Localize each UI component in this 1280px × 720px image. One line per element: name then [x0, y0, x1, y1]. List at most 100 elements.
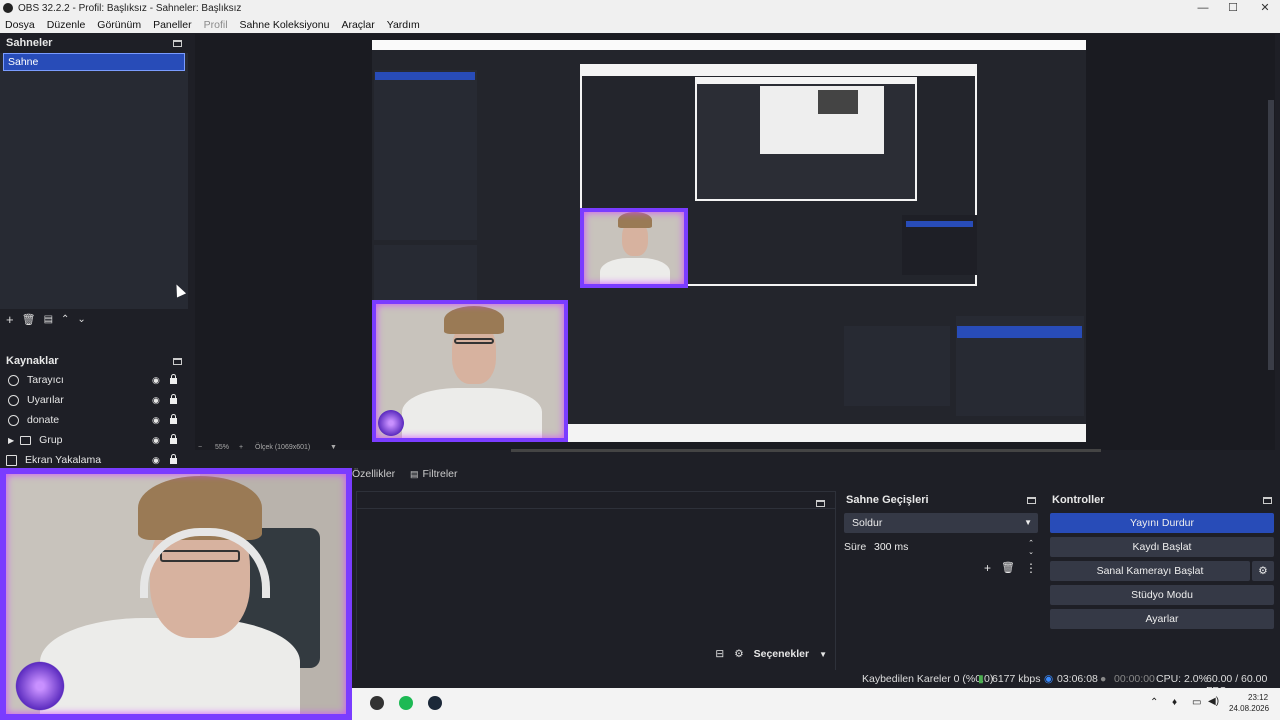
steam-icon[interactable]	[428, 696, 442, 710]
controls-header: Kontroller	[1046, 491, 1278, 509]
virtualcam-settings-button[interactable]: ⚙	[1252, 561, 1274, 581]
eye-icon[interactable]: ◉	[152, 455, 160, 466]
add-icon[interactable]: +	[984, 561, 991, 575]
menu-tools[interactable]: Araçlar	[341, 19, 374, 31]
bitrate: 6177 kbps	[992, 673, 1041, 685]
eye-icon[interactable]: ◉	[152, 375, 160, 386]
source-item[interactable]: Ekran Yakalama ◉	[0, 450, 188, 470]
monitor-icon	[6, 454, 17, 466]
window-title: OBS 32.2.2 - Profil: Başlıksız - Sahnele…	[18, 2, 242, 14]
lock-icon[interactable]	[170, 374, 177, 384]
duration-input[interactable]: 300 ms ⌃ ⌄	[866, 537, 1038, 557]
menu-docks[interactable]: Paneller	[153, 19, 192, 31]
menu-edit[interactable]: Düzenle	[47, 19, 86, 31]
source-item[interactable]: Uyarılar ◉	[0, 390, 188, 410]
scenes-header: Sahneler	[0, 34, 188, 52]
source-label: Tarayıcı	[27, 374, 64, 386]
start-virtualcam-button[interactable]: Sanal Kamerayı Başlat	[1050, 561, 1250, 581]
trash-icon[interactable]: 🗑	[1001, 561, 1015, 575]
minimize-icon[interactable]: —	[1188, 0, 1218, 16]
lock-icon[interactable]	[170, 394, 177, 404]
owl-logo-icon	[12, 658, 68, 714]
menu-profile[interactable]: Profil	[204, 19, 228, 31]
move-down-icon[interactable]: ⌄	[77, 314, 85, 325]
undock-icon[interactable]	[1263, 496, 1272, 504]
volume-icon[interactable]: ◀)	[1208, 696, 1219, 707]
clock-time[interactable]: 23:12	[1248, 693, 1268, 702]
transitions-title: Sahne Geçişleri	[846, 494, 929, 506]
studio-mode-button[interactable]: Stüdyo Modu	[1050, 585, 1274, 605]
cpu-usage: CPU: 2.0%	[1156, 673, 1208, 685]
gear-icon[interactable]: ⚙	[734, 648, 743, 660]
chevron-down-icon[interactable]: ▼	[819, 650, 827, 659]
stop-stream-button[interactable]: Yayını Durdur	[1050, 513, 1274, 533]
webcam-overlay	[0, 468, 352, 720]
scale-dropdown-icon[interactable]: ▼	[330, 444, 337, 451]
clock-date[interactable]: 24.08.2026	[1229, 704, 1269, 713]
scene-item[interactable]: Sahne	[3, 53, 185, 71]
expand-icon[interactable]: ▶	[8, 436, 14, 445]
preview-scrollbar[interactable]	[511, 449, 1101, 452]
undock-icon[interactable]	[816, 499, 825, 507]
transition-select[interactable]: Soldur ▼	[844, 513, 1038, 533]
tab-filters[interactable]: ▤ Filtreler	[410, 466, 458, 482]
spotify-icon[interactable]	[399, 696, 413, 710]
nested-stop-button	[906, 221, 973, 227]
controls-dock: Kontroller Yayını Durdur Kaydı Başlat Sa…	[1046, 491, 1278, 671]
menu-view[interactable]: Görünüm	[97, 19, 141, 31]
source-item[interactable]: ▶ Grup ◉	[0, 430, 188, 450]
preview-vertical-scrollbar[interactable]	[1268, 100, 1274, 370]
transitions-dock: Sahne Geçişleri Soldur ▼ Süre 300 ms ⌃ ⌄ …	[840, 491, 1042, 671]
scenes-toolbar: + 🗑 ▤ ⌃ ⌄	[0, 309, 188, 329]
obs-taskbar-icon[interactable]	[370, 696, 384, 710]
nested-scene-item	[375, 72, 475, 80]
canvas-scale-label: Ölçek (1069x601)	[255, 444, 311, 451]
preview-canvas[interactable]	[372, 40, 1086, 442]
eye-icon[interactable]: ◉	[152, 395, 160, 406]
lock-icon[interactable]	[170, 414, 177, 424]
tab-properties[interactable]: Özellikler	[352, 466, 395, 482]
microphone-icon[interactable]: ♦	[1172, 697, 1177, 708]
start-recording-button[interactable]: Kaydı Başlat	[1050, 537, 1274, 557]
lock-icon[interactable]	[170, 454, 177, 464]
undock-icon[interactable]	[1027, 496, 1036, 504]
source-label: Uyarılar	[27, 394, 64, 406]
move-up-icon[interactable]: ⌃	[61, 314, 69, 325]
filter-icon[interactable]: ▤	[44, 314, 53, 325]
more-icon[interactable]: ⋮	[1025, 561, 1037, 575]
tray-chevron-icon[interactable]: ⌃	[1150, 697, 1158, 708]
layout-icon[interactable]: ⊟	[715, 648, 724, 660]
options-button[interactable]: Seçenekler	[754, 648, 809, 660]
lock-icon[interactable]	[170, 434, 177, 444]
filter-icon: ▤	[410, 468, 419, 479]
mixer-toolbar: ⊟ ⚙ Seçenekler ▼	[715, 648, 827, 660]
preview-statusbar: − 55% + Ölçek (1069x601) ▼	[195, 444, 1275, 456]
eye-icon[interactable]: ◉	[152, 415, 160, 426]
stepper-icon[interactable]: ⌃ ⌄	[1028, 539, 1034, 557]
duration-value: 300 ms	[874, 541, 909, 553]
zoom-in-icon[interactable]: +	[239, 444, 243, 451]
network-icon[interactable]: ▭	[1192, 697, 1201, 708]
source-item[interactable]: Tarayıcı ◉	[0, 370, 188, 390]
menu-bar: Dosya Düzenle Görünüm Paneller Profil Sa…	[0, 16, 1280, 33]
transition-selected: Soldur	[852, 517, 883, 529]
menu-scene-collection[interactable]: Sahne Koleksiyonu	[240, 19, 330, 31]
nested-preview-4	[818, 90, 858, 114]
undock-icon[interactable]	[173, 357, 182, 365]
eye-icon[interactable]: ◉	[152, 435, 160, 446]
zoom-out-icon[interactable]: −	[198, 444, 202, 451]
title-bar: OBS 32.2.2 - Profil: Başlıksız - Sahnele…	[0, 0, 1280, 16]
menu-file[interactable]: Dosya	[5, 19, 35, 31]
undock-icon[interactable]	[173, 39, 182, 47]
settings-button[interactable]: Ayarlar	[1050, 609, 1274, 629]
menu-help[interactable]: Yardım	[387, 19, 420, 31]
maximize-icon[interactable]: ☐	[1218, 0, 1248, 16]
remove-scene-icon[interactable]: 🗑	[22, 313, 36, 326]
source-label: Grup	[39, 434, 63, 446]
source-item[interactable]: donate ◉	[0, 410, 188, 430]
webcam-feed	[0, 468, 352, 720]
close-icon[interactable]: ✕	[1250, 0, 1280, 16]
source-label: donate	[27, 414, 60, 426]
add-scene-icon[interactable]: +	[6, 312, 14, 327]
duration-label: Süre	[844, 541, 867, 553]
